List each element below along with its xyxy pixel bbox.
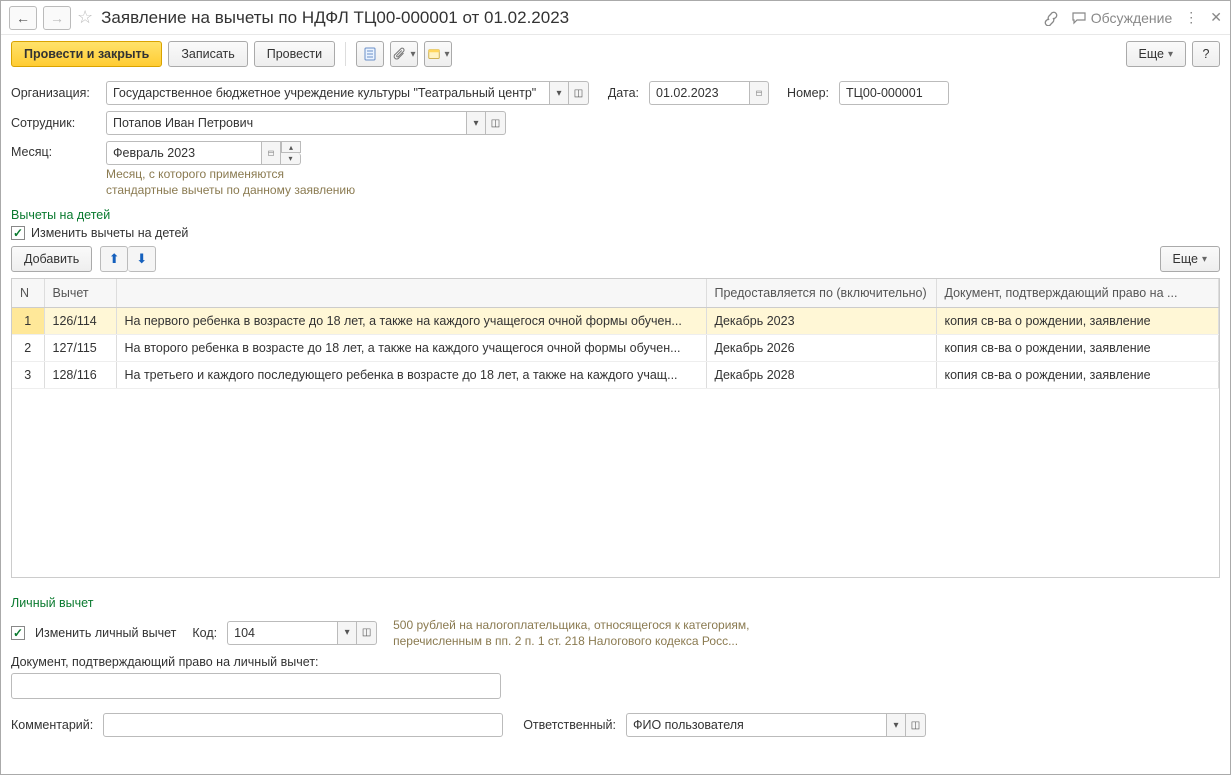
personal-change-label: Изменить личный вычет bbox=[35, 626, 176, 640]
responsible-label: Ответственный: bbox=[523, 718, 616, 732]
link-icon[interactable] bbox=[1043, 10, 1059, 26]
personal-doc-input[interactable] bbox=[11, 673, 501, 699]
post-and-close-button[interactable]: Провести и закрыть bbox=[11, 41, 162, 67]
children-section-title: Вычеты на детей bbox=[11, 208, 1220, 222]
month-hint: Месяц, с которого применяются стандартны… bbox=[106, 167, 355, 198]
table-row[interactable]: 3 128/116 На третьего и каждого последую… bbox=[12, 361, 1219, 388]
attach-icon-button[interactable] bbox=[390, 41, 418, 67]
employee-label: Сотрудник: bbox=[11, 116, 96, 130]
code-open-icon[interactable]: ◫ bbox=[357, 621, 377, 645]
code-input[interactable]: 104 bbox=[227, 621, 337, 645]
move-up-button[interactable]: ⬆ bbox=[100, 246, 128, 272]
write-button[interactable]: Записать bbox=[168, 41, 247, 67]
month-calendar-icon[interactable] bbox=[261, 141, 281, 165]
number-label: Номер: bbox=[779, 86, 829, 100]
date-label: Дата: bbox=[599, 86, 639, 100]
org-input[interactable]: Государственное бюджетное учреждение кул… bbox=[106, 81, 549, 105]
table-row[interactable]: 2 127/115 На второго ребенка в возрасте … bbox=[12, 334, 1219, 361]
post-button[interactable]: Провести bbox=[254, 41, 335, 67]
report-icon-button[interactable] bbox=[356, 41, 384, 67]
month-down-icon[interactable]: ▾ bbox=[281, 153, 301, 165]
favorite-star-icon[interactable]: ☆ bbox=[77, 7, 93, 28]
col-until[interactable]: Предоставляется по (включительно) bbox=[706, 279, 936, 307]
employee-input[interactable]: Потапов Иван Петрович bbox=[106, 111, 466, 135]
close-icon[interactable]: ✕ bbox=[1210, 9, 1222, 26]
page-title: Заявление на вычеты по НДФЛ ТЦ00-000001 … bbox=[101, 8, 1037, 28]
nav-forward-button[interactable]: → bbox=[43, 6, 71, 30]
personal-change-checkbox[interactable]: ✓ bbox=[11, 626, 25, 640]
month-label: Месяц: bbox=[11, 141, 96, 159]
responsible-open-icon[interactable]: ◫ bbox=[906, 713, 926, 737]
nav-back-button[interactable]: ← bbox=[9, 6, 37, 30]
employee-dropdown-icon[interactable]: ▾ bbox=[466, 111, 486, 135]
comment-label: Комментарий: bbox=[11, 718, 93, 732]
help-button[interactable]: ? bbox=[1192, 41, 1220, 67]
employee-open-icon[interactable]: ◫ bbox=[486, 111, 506, 135]
month-input[interactable]: Февраль 2023 bbox=[106, 141, 261, 165]
add-row-button[interactable]: Добавить bbox=[11, 246, 92, 272]
code-hint: 500 рублей на налогоплательщика, относящ… bbox=[393, 618, 749, 649]
table-row[interactable]: 1 126/114 На первого ребенка в возрасте … bbox=[12, 307, 1219, 334]
children-change-checkbox[interactable]: ✓ bbox=[11, 226, 25, 240]
code-label: Код: bbox=[192, 626, 217, 640]
responsible-input[interactable]: ФИО пользователя bbox=[626, 713, 886, 737]
comment-input[interactable] bbox=[103, 713, 503, 737]
col-desc[interactable] bbox=[116, 279, 706, 307]
col-code[interactable]: Вычет bbox=[44, 279, 116, 307]
move-down-button[interactable]: ⬇ bbox=[128, 246, 156, 272]
more-button[interactable]: Еще bbox=[1126, 41, 1186, 67]
code-dropdown-icon[interactable]: ▾ bbox=[337, 621, 357, 645]
number-input[interactable]: ТЦ00-000001 bbox=[839, 81, 949, 105]
responsible-dropdown-icon[interactable]: ▾ bbox=[886, 713, 906, 737]
month-up-icon[interactable]: ▴ bbox=[281, 141, 301, 153]
children-change-label: Изменить вычеты на детей bbox=[31, 226, 188, 240]
date-input[interactable]: 01.02.2023 bbox=[649, 81, 749, 105]
calendar-icon[interactable] bbox=[749, 81, 769, 105]
col-doc[interactable]: Документ, подтверждающий право на ... bbox=[936, 279, 1219, 307]
kebab-menu-icon[interactable]: ⋮ bbox=[1184, 9, 1198, 26]
personal-section-title: Личный вычет bbox=[11, 596, 1220, 610]
template-icon-button[interactable] bbox=[424, 41, 452, 67]
table-more-button[interactable]: Еще bbox=[1160, 246, 1220, 272]
discussion-label: Обсуждение bbox=[1091, 10, 1173, 26]
personal-doc-label: Документ, подтверждающий право на личный… bbox=[11, 655, 1220, 669]
org-label: Организация: bbox=[11, 86, 96, 100]
discussion-button[interactable]: Обсуждение bbox=[1071, 10, 1173, 26]
children-table[interactable]: N Вычет Предоставляется по (включительно… bbox=[11, 278, 1220, 578]
org-dropdown-icon[interactable]: ▾ bbox=[549, 81, 569, 105]
org-open-icon[interactable]: ◫ bbox=[569, 81, 589, 105]
col-n[interactable]: N bbox=[12, 279, 44, 307]
